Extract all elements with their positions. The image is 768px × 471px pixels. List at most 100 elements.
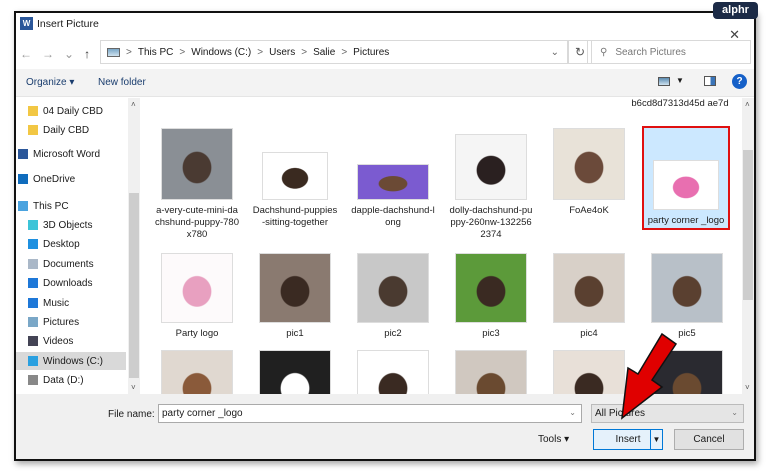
file-item[interactable] — [446, 350, 536, 394]
image-thumbnail — [262, 152, 328, 200]
preview-pane-icon[interactable] — [704, 76, 716, 86]
file-item[interactable]: pic4 — [544, 253, 634, 340]
file-item[interactable]: pic5 — [642, 253, 732, 340]
search-input[interactable]: Search Pictures — [615, 47, 686, 58]
insert-button[interactable]: Insert ▼ — [593, 429, 663, 450]
new-folder-button[interactable]: New folder — [98, 77, 146, 88]
sidebar-item-label: This PC — [33, 200, 69, 212]
image-thumbnail — [259, 253, 331, 323]
sidebar-item[interactable]: OneDrive — [18, 170, 75, 188]
tools-menu-button[interactable]: Tools ▾ — [538, 434, 569, 445]
help-icon[interactable]: ? — [732, 74, 747, 89]
file-name-label: dolly-dachshund-puppy-260nw-1322562374 — [449, 205, 533, 240]
breadcrumb-this-pc[interactable]: This PC — [138, 47, 174, 58]
file-item[interactable] — [250, 350, 340, 394]
file-name-label: File name: — [108, 409, 155, 420]
folder-icon — [28, 106, 38, 116]
cancel-button[interactable]: Cancel — [674, 429, 744, 450]
file-name-label: pic1 — [286, 328, 304, 339]
address-dropdown-button[interactable]: ⌄ — [551, 47, 559, 58]
sidebar-item[interactable]: Microsoft Word — [18, 145, 100, 163]
file-name-label: Dachshund-puppies-sitting-together — [252, 205, 338, 228]
file-name-label: dapple-dachshund-long — [351, 205, 435, 228]
breadcrumb-separator: > — [257, 46, 264, 58]
file-item[interactable] — [152, 350, 242, 394]
file-grid-scrollbar[interactable]: ˄ ˅ — [742, 98, 754, 394]
scroll-down-arrow[interactable]: ˅ — [745, 383, 750, 392]
sidebar-item-label: Data (D:) — [43, 374, 84, 386]
file-item[interactable]: pic2 — [348, 253, 438, 340]
organize-button[interactable]: Organize ▾ — [26, 77, 74, 88]
sidebar-item[interactable]: Daily CBD — [28, 121, 89, 139]
sidebar-item[interactable]: Pictures — [28, 313, 79, 331]
sidebar-item-label: Videos — [43, 335, 74, 347]
back-button[interactable]: ← — [20, 47, 32, 61]
sidebar-item-label: Daily CBD — [43, 124, 90, 136]
file-item[interactable]: Dachshund-puppies-sitting-together — [250, 128, 340, 229]
insert-label: Insert — [615, 434, 641, 445]
window-title: Insert Picture — [37, 17, 99, 30]
sidebar-item[interactable]: Music — [28, 294, 69, 312]
recent-locations-button[interactable]: ⌄ — [64, 47, 74, 61]
change-view-icon[interactable] — [658, 77, 670, 86]
alphr-watermark: alphr — [713, 2, 758, 19]
forward-button[interactable]: → — [42, 47, 54, 61]
file-item[interactable]: Party logo — [152, 253, 242, 340]
image-thumbnail — [357, 253, 429, 323]
sidebar-item[interactable]: Data (D:) — [28, 371, 84, 389]
insert-options-dropdown[interactable]: ▼ — [650, 430, 662, 449]
sidebar-item-label: Microsoft Word — [33, 148, 101, 160]
file-item[interactable] — [348, 350, 438, 394]
sidebar-item[interactable]: 3D Objects — [28, 216, 92, 234]
sidebar-item-label: Desktop — [43, 238, 80, 250]
search-box[interactable]: ⚲ Search Pictures — [587, 40, 751, 64]
file-type-dropdown[interactable]: ⌄ — [731, 408, 738, 417]
image-thumbnail — [161, 253, 233, 323]
sidebar-scrollbar[interactable]: ˄ ˅ — [128, 98, 140, 394]
breadcrumb-separator: > — [301, 46, 308, 58]
partial-file-label[interactable]: b6cd8d7313d45d ae7d — [630, 98, 730, 110]
address-bar[interactable]: > This PC > Windows (C:) > Users > Salie… — [100, 40, 568, 64]
scroll-down-arrow[interactable]: ˅ — [131, 383, 136, 392]
breadcrumb-salie[interactable]: Salie — [313, 47, 335, 58]
file-item[interactable]: pic3 — [446, 253, 536, 340]
breadcrumb-pictures[interactable]: Pictures — [353, 47, 389, 58]
file-grid-scrollbar-thumb[interactable] — [743, 150, 753, 300]
file-item[interactable]: dolly-dachshund-puppy-260nw-1322562374 — [446, 128, 536, 241]
file-item[interactable]: a-very-cute-mini-dachshund-puppy-780x780 — [152, 128, 242, 241]
scroll-up-arrow[interactable]: ˄ — [131, 100, 136, 109]
view-options-dropdown[interactable]: ▼ — [676, 76, 684, 85]
download-icon — [28, 278, 38, 288]
image-thumbnail — [455, 350, 527, 394]
file-item-selected[interactable]: party corner _logo — [642, 126, 730, 230]
up-button[interactable]: ↑ — [84, 47, 90, 61]
navigation-pane: 04 Daily CBD Daily CBD Microsoft Word OneDr… — [16, 98, 140, 394]
sidebar-item[interactable]: Documents — [28, 255, 94, 273]
sidebar-item[interactable]: Videos — [28, 332, 73, 350]
sidebar-item-label: Documents — [43, 258, 94, 270]
breadcrumb-windows-c[interactable]: Windows (C:) — [191, 47, 251, 58]
sidebar-item[interactable]: Desktop — [28, 235, 80, 253]
file-name-label: party corner _logo — [647, 215, 725, 226]
pictures-icon — [28, 317, 38, 327]
computer-icon — [18, 201, 28, 211]
file-name-input[interactable]: party corner _logo ⌄ — [158, 404, 582, 423]
breadcrumb-users[interactable]: Users — [269, 47, 295, 58]
breadcrumb-separator: > — [179, 46, 186, 58]
command-toolbar: Organize ▾ New folder ▼ ? — [16, 69, 754, 97]
sidebar-item[interactable]: Windows (C:) — [16, 352, 126, 370]
sidebar-item[interactable]: This PC — [18, 197, 69, 215]
file-item[interactable]: dapple-dachshund-long — [348, 128, 438, 229]
sidebar-scrollbar-thumb[interactable] — [129, 193, 139, 378]
pictures-location-icon — [107, 47, 120, 57]
desktop-icon — [28, 239, 38, 249]
sidebar-item[interactable]: 04 Daily CBD — [28, 102, 103, 120]
image-thumbnail — [357, 350, 429, 394]
sidebar-item[interactable]: Downloads — [28, 274, 92, 292]
file-item[interactable]: pic1 — [250, 253, 340, 340]
file-item[interactable]: FoAe4oK — [544, 128, 634, 217]
file-name-label: a-very-cute-mini-dachshund-puppy-780x780 — [155, 205, 239, 240]
title-bar: W Insert Picture — [20, 17, 99, 30]
file-name-dropdown[interactable]: ⌄ — [569, 408, 576, 417]
scroll-up-arrow[interactable]: ˄ — [745, 100, 750, 109]
